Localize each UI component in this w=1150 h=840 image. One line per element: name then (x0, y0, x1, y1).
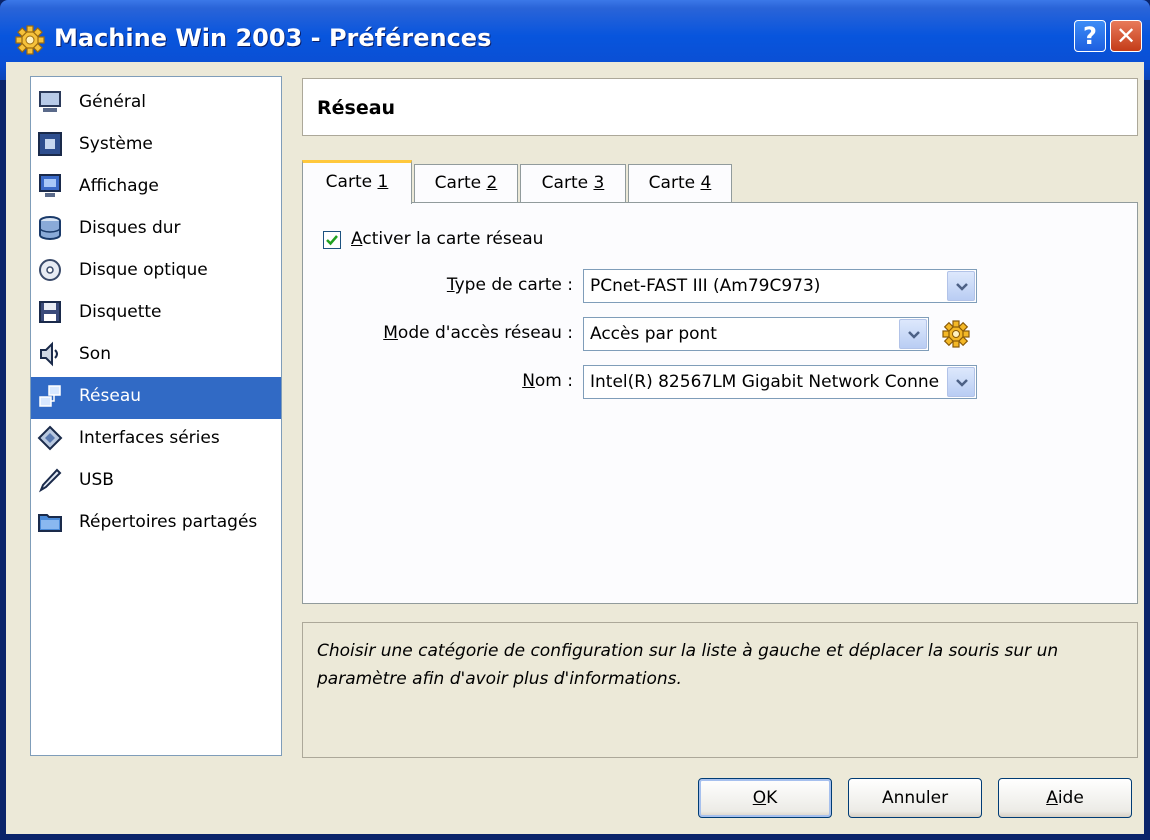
adapter-type-value: PCnet-FAST III (Am79C973) (590, 276, 821, 296)
sidebar-item-label: Affichage (79, 176, 159, 196)
help-title-button[interactable]: ? (1074, 20, 1106, 52)
network-settings-gear-icon[interactable] (941, 319, 971, 349)
enable-adapter-label[interactable]: Activer la carte réseau (351, 229, 543, 249)
sidebar-item-general[interactable]: Général (31, 83, 281, 125)
display-icon (37, 173, 63, 199)
help-info-box: Choisir une catégorie de configuration s… (302, 622, 1138, 758)
tab-adapter-3[interactable]: Carte 3 (520, 164, 626, 202)
sidebar-item-optical[interactable]: Disque optique (31, 251, 281, 293)
chevron-down-icon (956, 283, 968, 291)
sidebar-item-label: Interfaces séries (79, 428, 220, 448)
adapter-tab-panel: Activer la carte réseau Type de carte : … (302, 202, 1138, 604)
sidebar-item-floppy[interactable]: Disquette (31, 293, 281, 335)
floppy-icon (37, 299, 63, 325)
cd-icon (37, 257, 63, 283)
window-title: Machine Win 2003 - Préférences (54, 24, 492, 52)
folder-icon (37, 509, 63, 535)
dropdown-button[interactable] (947, 271, 975, 301)
sidebar-item-label: USB (79, 470, 114, 490)
checkmark-icon (326, 235, 338, 246)
dropdown-button[interactable] (947, 367, 975, 397)
category-list[interactable]: Général Système Affichage Disques dur Di… (30, 76, 282, 756)
tab-label: Carte (325, 172, 378, 192)
tab-adapter-1[interactable]: Carte 1 (302, 160, 412, 204)
sidebar-item-label: Général (79, 92, 146, 112)
tab-adapter-2[interactable]: Carte 2 (414, 164, 518, 202)
help-button[interactable]: Aide (998, 778, 1132, 818)
sidebar-item-serial[interactable]: Interfaces séries (31, 419, 281, 461)
sidebar-item-label: Disque optique (79, 260, 208, 280)
sidebar-item-display[interactable]: Affichage (31, 167, 281, 209)
sidebar-item-label: Réseau (79, 386, 142, 406)
close-button[interactable]: ✕ (1110, 20, 1142, 52)
sidebar-item-audio[interactable]: Son (31, 335, 281, 377)
sidebar-item-label: Répertoires partagés (79, 512, 258, 532)
interface-name-select[interactable]: Intel(R) 82567LM Gigabit Network Conne (583, 365, 977, 399)
sidebar-item-usb[interactable]: USB (31, 461, 281, 503)
tab-adapter-4[interactable]: Carte 4 (628, 164, 732, 202)
tab-accelerator: 4 (700, 173, 712, 193)
speaker-icon (37, 341, 63, 367)
sidebar-item-label: Système (79, 134, 153, 154)
chevron-down-icon (908, 331, 920, 339)
cancel-button[interactable]: Annuler (848, 778, 982, 818)
monitor-icon (37, 89, 63, 115)
virtualbox-gear-icon (14, 24, 46, 56)
preferences-window: Machine Win 2003 - Préférences ? ✕ Génér… (0, 0, 1150, 840)
harddisk-icon (37, 215, 63, 241)
adapter-type-label: Type de carte : (446, 275, 573, 295)
enable-adapter-checkbox[interactable] (323, 231, 341, 249)
tab-label: Carte (541, 173, 594, 193)
sidebar-item-label: Son (79, 344, 111, 364)
serial-icon (37, 425, 63, 451)
tab-label: Carte (434, 173, 487, 193)
attachment-mode-label: Mode d'accès réseau : (383, 323, 573, 343)
sidebar-item-system[interactable]: Système (31, 125, 281, 167)
network-icon (37, 383, 63, 409)
sidebar-item-label: Disquette (79, 302, 162, 322)
sidebar-item-harddisks[interactable]: Disques dur (31, 209, 281, 251)
dialog-client-area: Général Système Affichage Disques dur Di… (6, 62, 1144, 834)
page-title: Réseau (317, 97, 396, 119)
ok-button[interactable]: OK (698, 778, 832, 818)
sidebar-item-label: Disques dur (79, 218, 181, 238)
tab-accelerator: 3 (593, 173, 605, 193)
tab-accelerator: 1 (377, 172, 389, 192)
section-header: Réseau (302, 78, 1138, 136)
chevron-down-icon (956, 379, 968, 387)
sidebar-item-network[interactable]: Réseau (31, 377, 281, 419)
help-info-text: Choisir une catégorie de configuration s… (317, 641, 1059, 689)
tab-label: Carte (648, 173, 701, 193)
chip-icon (37, 131, 63, 157)
sidebar-item-shared-folders[interactable]: Répertoires partagés (31, 503, 281, 545)
interface-name-label: Nom : (522, 371, 573, 391)
usb-icon (37, 467, 63, 493)
adapter-type-select[interactable]: PCnet-FAST III (Am79C973) (583, 269, 977, 303)
attachment-mode-select[interactable]: Accès par pont (583, 317, 929, 351)
tab-accelerator: 2 (486, 173, 498, 193)
dropdown-button[interactable] (899, 319, 927, 349)
attachment-mode-value: Accès par pont (590, 324, 717, 344)
interface-name-value: Intel(R) 82567LM Gigabit Network Conne (590, 372, 940, 392)
